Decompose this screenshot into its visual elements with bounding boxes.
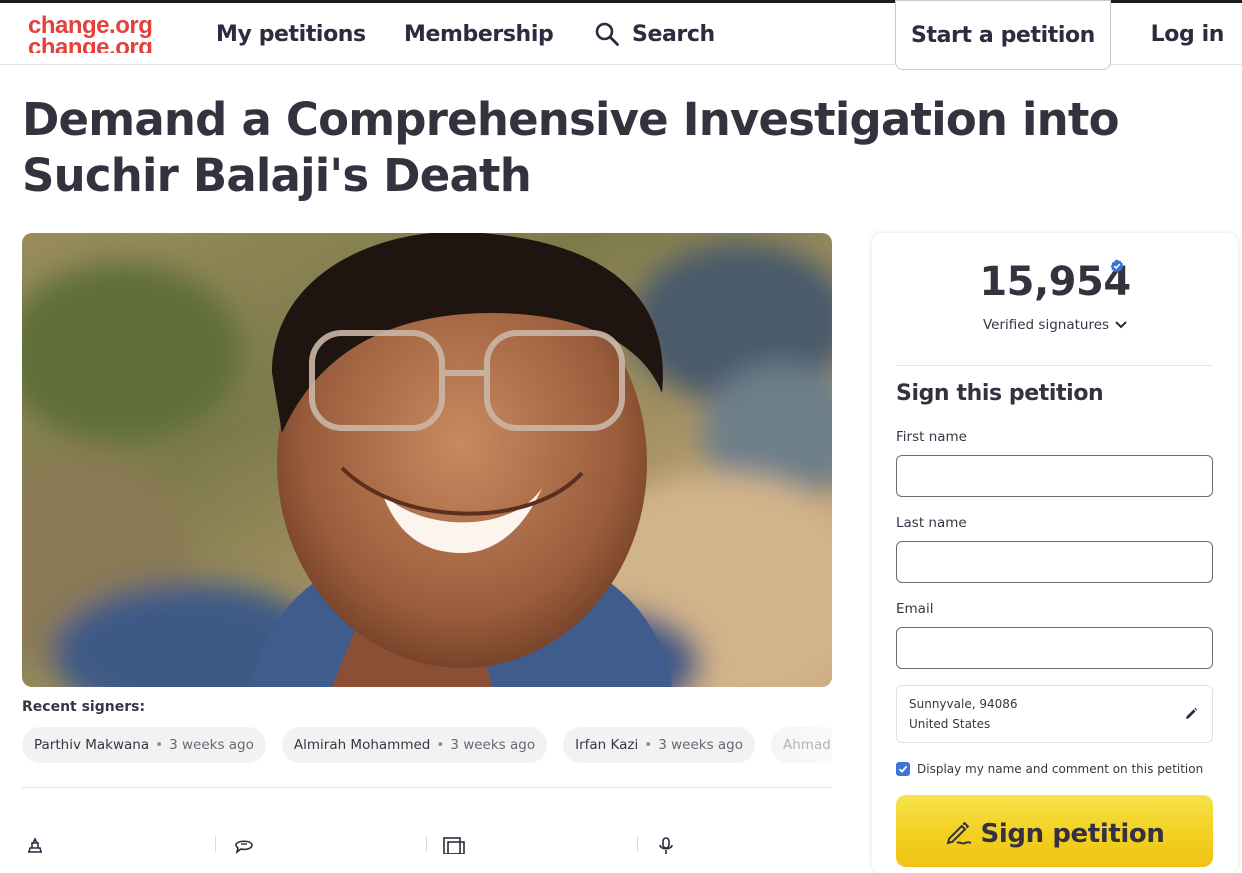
- chevron-down-icon: [1115, 321, 1127, 329]
- first-name-label: First name: [896, 429, 967, 445]
- nav-membership[interactable]: Membership: [404, 3, 554, 65]
- separator-dot: •: [155, 737, 164, 753]
- signer-time: 3 weeks ago: [169, 737, 254, 753]
- petition-photo: [22, 233, 832, 687]
- signer-name: Ahmad Durden: [783, 737, 832, 753]
- sign-pen-icon: [946, 821, 971, 845]
- site-header: change.org change.org My petitions Membe…: [0, 0, 1242, 70]
- display-name-label: Display my name and comment on this peti…: [917, 762, 1204, 776]
- change-org-logo[interactable]: change.org change.org: [28, 13, 158, 53]
- nav-search[interactable]: Search: [594, 3, 715, 65]
- verified-badge-icon: [1110, 259, 1124, 273]
- sign-title: Sign this petition: [896, 381, 1104, 406]
- checkbox-check-icon: [898, 765, 908, 773]
- first-name-field[interactable]: [896, 455, 1213, 497]
- search-icon: [595, 22, 619, 46]
- petition-stats-row: [22, 830, 832, 854]
- section-divider: [22, 787, 832, 788]
- last-name-label: Last name: [896, 515, 967, 531]
- signer-chip: Almirah Mohammed • 3 weeks ago: [281, 727, 548, 763]
- comment-icon: [235, 840, 253, 854]
- email-field[interactable]: [896, 627, 1213, 669]
- petition-title: Demand a Comprehensive Investigation int…: [22, 93, 1120, 202]
- recent-signers-list: Parthiv Makwana • 3 weeks ago Almirah Mo…: [22, 727, 832, 763]
- signer-chip: Ahmad Durden: [771, 727, 832, 763]
- card-divider: [896, 365, 1213, 366]
- signer-chip: Irfan Kazi • 3 weeks ago: [563, 727, 755, 763]
- decision-maker-icon: [27, 837, 43, 853]
- nav-my-petitions[interactable]: My petitions: [216, 3, 366, 65]
- sign-petition-button[interactable]: Sign petition: [896, 795, 1213, 867]
- signer-time: 3 weeks ago: [450, 737, 536, 753]
- media-icon: [443, 837, 465, 854]
- signer-chip: Parthiv Makwana • 3 weeks ago: [22, 727, 266, 763]
- nav-search-label: Search: [632, 21, 715, 47]
- last-name-field[interactable]: [896, 541, 1213, 583]
- separator-dot: •: [436, 737, 445, 753]
- display-name-checkbox[interactable]: [896, 762, 910, 776]
- location-box: Sunnyvale, 94086 United States: [896, 685, 1213, 743]
- stat-separator: [426, 836, 427, 852]
- pencil-icon[interactable]: [1184, 707, 1198, 721]
- nav-my-petitions-label: My petitions: [216, 21, 366, 47]
- start-petition-button[interactable]: Start a petition: [895, 0, 1111, 70]
- login-link[interactable]: Log in: [1150, 3, 1225, 65]
- email-label: Email: [896, 601, 934, 617]
- signer-time: 3 weeks ago: [658, 737, 743, 753]
- signer-name: Almirah Mohammed: [293, 737, 431, 753]
- verified-signatures-toggle[interactable]: Verified signatures: [872, 317, 1238, 333]
- stat-separator: [637, 836, 638, 852]
- nav-membership-label: Membership: [404, 21, 554, 47]
- verified-signatures-label: Verified signatures: [982, 317, 1110, 333]
- separator-dot: •: [644, 737, 653, 753]
- sign-petition-card: 15,954 Verified signatures Sign this pet…: [872, 233, 1238, 873]
- location-city-zip: Sunnyvale, 94086: [909, 697, 1018, 711]
- start-petition-label: Start a petition: [911, 22, 1095, 48]
- location-country: United States: [909, 717, 991, 731]
- signer-name: Irfan Kazi: [575, 737, 639, 753]
- signer-name: Parthiv Makwana: [34, 737, 150, 753]
- stat-separator: [215, 836, 216, 852]
- login-label: Log in: [1150, 21, 1225, 47]
- microphone-icon: [659, 837, 673, 854]
- signature-count: 15,954: [979, 259, 1131, 305]
- sign-petition-label: Sign petition: [980, 819, 1165, 849]
- logo-text-echo: change.org: [28, 34, 153, 54]
- recent-signers-label: Recent signers:: [22, 699, 146, 715]
